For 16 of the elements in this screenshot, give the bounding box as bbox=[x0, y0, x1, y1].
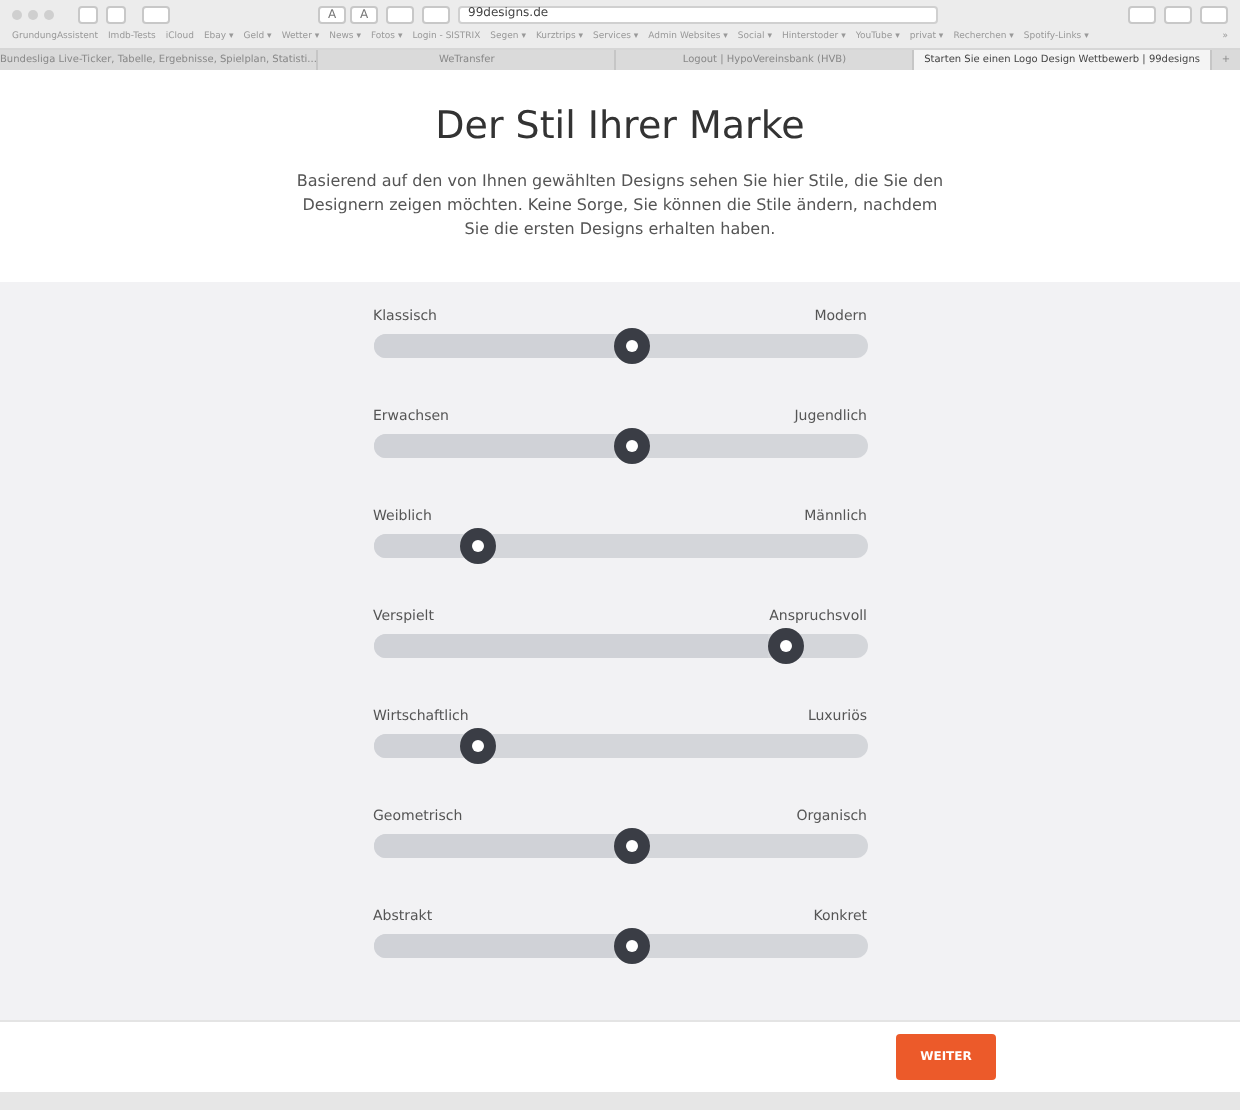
slider-thumb[interactable] bbox=[460, 727, 497, 763]
slider-track[interactable] bbox=[373, 933, 867, 957]
slider-thumb[interactable] bbox=[614, 427, 650, 463]
slider-track[interactable] bbox=[373, 533, 867, 557]
slider-thumb[interactable] bbox=[460, 527, 497, 563]
page-title: Der Stil Ihrer Marke bbox=[435, 102, 805, 152]
slider-thumb[interactable] bbox=[614, 927, 650, 963]
slider-thumb[interactable] bbox=[614, 827, 650, 863]
slider-track[interactable] bbox=[373, 733, 867, 757]
slider-track[interactable] bbox=[373, 833, 867, 857]
intro-text: Basierend auf den von Ihnen gewählten Designs sehen Sie hier Stile, die Sie den Designern zeigen möchten. Keine Sorge, Sie können die Stile ändern, nachdem Sie die ersten Designs erhalten haben. bbox=[294, 169, 946, 241]
slider-thumb[interactable] bbox=[614, 327, 650, 363]
slider-track[interactable] bbox=[373, 433, 867, 457]
slider-track[interactable] bbox=[373, 633, 867, 657]
slider-track[interactable] bbox=[373, 333, 867, 357]
slider-thumb[interactable] bbox=[767, 627, 804, 663]
